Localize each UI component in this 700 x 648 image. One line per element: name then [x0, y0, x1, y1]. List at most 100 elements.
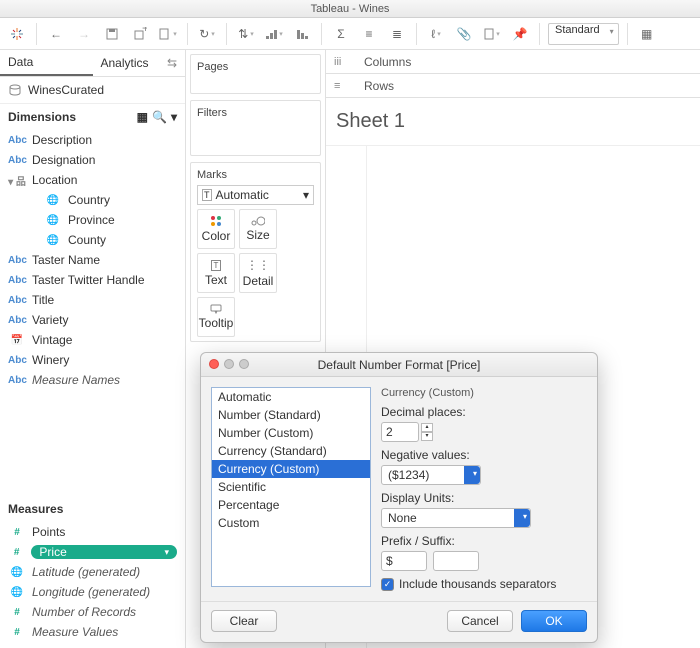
- suffix-input[interactable]: [433, 551, 479, 571]
- format-number-custom-[interactable]: Number (Custom): [212, 424, 370, 442]
- swap-button[interactable]: ⇅: [235, 23, 257, 45]
- format-custom[interactable]: Custom: [212, 514, 370, 532]
- columns-shelf[interactable]: iiiColumns: [326, 50, 700, 74]
- separator: [36, 23, 37, 45]
- field-province[interactable]: 🌐Province: [0, 210, 185, 230]
- field-title[interactable]: AbcTitle: [0, 290, 185, 310]
- field-description[interactable]: AbcDescription: [0, 130, 185, 150]
- tableau-logo-icon[interactable]: [6, 23, 28, 45]
- totals-button[interactable]: Σ: [330, 23, 352, 45]
- label-button[interactable]: [481, 23, 503, 45]
- text-right-button[interactable]: ≣: [386, 23, 408, 45]
- dimensions-header: Dimensions: [8, 110, 76, 124]
- field-designation[interactable]: AbcDesignation: [0, 150, 185, 170]
- sort-asc-button[interactable]: [263, 23, 285, 45]
- negative-select[interactable]: ($1234)▾: [381, 465, 481, 485]
- forward-button[interactable]: →: [73, 23, 95, 45]
- sheet-title[interactable]: Sheet 1: [326, 98, 700, 146]
- format-currency-custom-[interactable]: Currency (Custom): [212, 460, 370, 478]
- decimal-step-down[interactable]: ▾: [421, 432, 433, 441]
- marks-text[interactable]: TText: [197, 253, 235, 293]
- number-format-dialog: Default Number Format [Price] AutomaticN…: [200, 352, 598, 643]
- attach-button[interactable]: 📎: [453, 23, 475, 45]
- prefix-input[interactable]: [381, 551, 427, 571]
- units-value: None: [388, 511, 417, 525]
- decimal-input[interactable]: [381, 422, 419, 442]
- svg-text:+: +: [142, 27, 147, 35]
- field-variety[interactable]: AbcVariety: [0, 310, 185, 330]
- sort-desc-button[interactable]: [291, 23, 313, 45]
- dialog-title: Default Number Format [Price]: [318, 358, 481, 372]
- field-measure-names[interactable]: AbcMeasure Names: [0, 370, 185, 390]
- separator: [321, 23, 322, 45]
- marks-color[interactable]: Color: [197, 209, 235, 249]
- new-worksheet-button[interactable]: [157, 23, 179, 45]
- text-left-button[interactable]: ≡: [358, 23, 380, 45]
- highlight-button[interactable]: ℓ: [425, 23, 447, 45]
- format-list[interactable]: AutomaticNumber (Standard)Number (Custom…: [211, 387, 371, 587]
- marks-detail[interactable]: ⋮⋮Detail: [239, 253, 277, 293]
- field-price[interactable]: #Price▾: [0, 542, 185, 562]
- fit-selector[interactable]: Standard: [548, 23, 619, 45]
- marks-tooltip-label: Tooltip: [199, 316, 234, 330]
- ok-button[interactable]: OK: [521, 610, 587, 632]
- units-select[interactable]: None▾: [381, 508, 531, 528]
- pages-label: Pages: [197, 59, 314, 77]
- format-scientific[interactable]: Scientific: [212, 478, 370, 496]
- filters-card[interactable]: Filters: [190, 100, 321, 156]
- field-latitude-generated-[interactable]: 🌐Latitude (generated): [0, 562, 185, 582]
- rows-icon: ≡: [334, 80, 354, 92]
- pin-button[interactable]: 📌: [509, 23, 531, 45]
- close-icon[interactable]: [209, 359, 219, 369]
- field-taster-name[interactable]: AbcTaster Name: [0, 250, 185, 270]
- search-icon[interactable]: 🔍: [152, 110, 167, 124]
- field-vintage[interactable]: 📅Vintage: [0, 330, 185, 350]
- thousands-checkbox[interactable]: ✓ Include thousands separators: [381, 577, 587, 591]
- field-points[interactable]: #Points: [0, 522, 185, 542]
- field-location[interactable]: ▾ 品Location: [0, 170, 185, 190]
- field-number-of-records[interactable]: #Number of Records: [0, 602, 185, 622]
- field-country[interactable]: 🌐Country: [0, 190, 185, 210]
- show-me-button[interactable]: ▦: [636, 23, 658, 45]
- marks-size[interactable]: Size: [239, 209, 277, 249]
- decimal-step-up[interactable]: ▴: [421, 423, 433, 432]
- field-taster-twitter-handle[interactable]: AbcTaster Twitter Handle: [0, 270, 185, 290]
- format-automatic[interactable]: Automatic: [212, 388, 370, 406]
- dimensions-list: AbcDescriptionAbcDesignation▾ 品Location🌐…: [0, 128, 185, 396]
- field-measure-values[interactable]: #Measure Values: [0, 622, 185, 642]
- tab-data[interactable]: Data: [0, 50, 93, 76]
- datasource-icon: [8, 83, 22, 97]
- field-county[interactable]: 🌐County: [0, 230, 185, 250]
- dialog-titlebar: Default Number Format [Price]: [201, 353, 597, 377]
- tab-analytics-label: Analytics: [101, 56, 149, 70]
- field-longitude-generated-[interactable]: 🌐Longitude (generated): [0, 582, 185, 602]
- detail-icon: ⋮⋮: [246, 258, 270, 272]
- menu-icon[interactable]: ▾: [171, 110, 177, 124]
- new-datasource-button[interactable]: +: [129, 23, 151, 45]
- format-currency-standard-[interactable]: Currency (Standard): [212, 442, 370, 460]
- datasource-row[interactable]: WinesCurated: [0, 77, 185, 104]
- format-percentage[interactable]: Percentage: [212, 496, 370, 514]
- view-icon[interactable]: ▦: [137, 110, 148, 124]
- save-button[interactable]: [101, 23, 123, 45]
- marks-type-select[interactable]: TAutomatic▾: [197, 185, 314, 205]
- field-winery[interactable]: AbcWinery: [0, 350, 185, 370]
- minimize-icon: [224, 359, 234, 369]
- separator: [627, 23, 628, 45]
- chevron-down-icon: ▾: [303, 188, 309, 202]
- marks-text-label: Text: [205, 273, 227, 287]
- negative-value: ($1234): [388, 468, 429, 482]
- back-button[interactable]: ←: [45, 23, 67, 45]
- color-icon: [210, 215, 222, 227]
- undo-button[interactable]: ↻: [196, 23, 218, 45]
- pages-card[interactable]: Pages: [190, 54, 321, 94]
- tab-analytics[interactable]: Analytics⇆: [93, 50, 186, 76]
- format-number-standard-[interactable]: Number (Standard): [212, 406, 370, 424]
- marks-color-label: Color: [202, 229, 231, 243]
- rows-shelf[interactable]: ≡Rows: [326, 74, 700, 98]
- marks-tooltip[interactable]: Tooltip: [197, 297, 235, 337]
- clear-button[interactable]: Clear: [211, 610, 277, 632]
- cancel-button[interactable]: Cancel: [447, 610, 513, 632]
- datasource-name: WinesCurated: [28, 83, 104, 97]
- decimal-label: Decimal places:: [381, 405, 587, 419]
